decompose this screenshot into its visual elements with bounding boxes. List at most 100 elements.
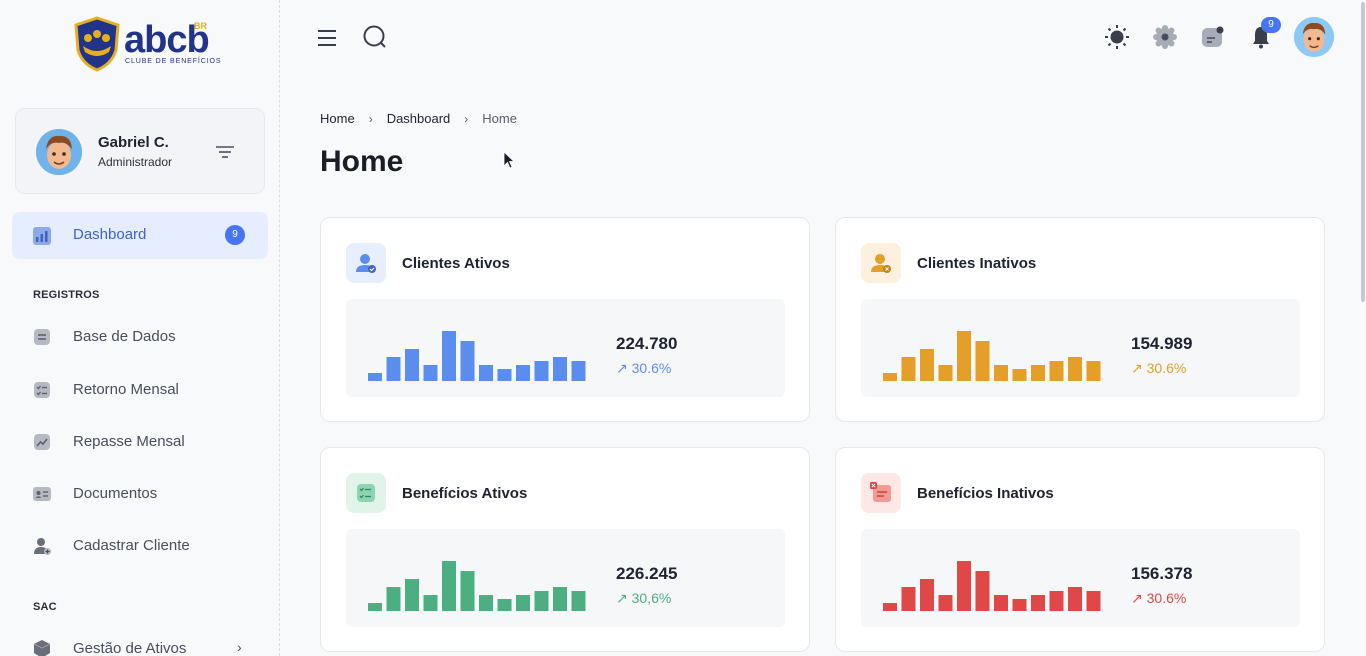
messages-icon[interactable]: [1200, 24, 1226, 50]
bar: [479, 595, 493, 611]
card-value: 224.780: [616, 334, 678, 353]
breadcrumb: Home › Dashboard › Home: [320, 111, 517, 126]
theme-sun-icon[interactable]: [1104, 24, 1130, 50]
bar: [423, 365, 438, 381]
card-stats-panel: 224.780 ↗ 30.6%: [346, 299, 785, 397]
bar: [883, 373, 897, 381]
bar: [368, 373, 382, 381]
sidebar-item-dashboard[interactable]: Dashboard 9: [12, 212, 268, 259]
bar: [975, 571, 990, 611]
section-registros: REGISTROS: [33, 289, 100, 301]
bar: [571, 591, 586, 611]
bar: [994, 365, 1008, 381]
bar: [1086, 591, 1101, 611]
scrollbar-thumb[interactable]: [1361, 2, 1365, 302]
user-card[interactable]: Gabriel C. Administrador: [15, 108, 265, 194]
breadcrumb-dashboard[interactable]: Dashboard: [387, 111, 451, 126]
card-stats-panel: 226.245 ↗ 30,6%: [346, 529, 785, 627]
bar: [1068, 587, 1082, 611]
card-change-value: 30,6%: [631, 590, 672, 606]
bar: [957, 331, 971, 381]
bar: [920, 579, 934, 611]
topbar-avatar[interactable]: [1294, 17, 1334, 57]
bar: [553, 357, 567, 381]
add-user-icon: [34, 538, 51, 555]
user-name: Gabriel C.: [98, 134, 169, 151]
bar: [460, 571, 475, 611]
card-title: Clientes Inativos: [917, 255, 1037, 272]
arrow-up-right-icon: ↗: [1131, 360, 1143, 376]
bar: [938, 365, 953, 381]
bar: [1012, 599, 1027, 611]
user-role: Administrador: [98, 155, 173, 169]
card-clientes-inativos[interactable]: Clientes Inativos 154.989 ↗ 30.6%: [835, 217, 1325, 422]
card-stats-panel: 156.378 ↗ 30.6%: [861, 529, 1300, 627]
brand-tagline: CLUBE DE BENEFÍCIOS: [125, 58, 222, 65]
bar: [553, 587, 567, 611]
scrollbar[interactable]: [1360, 0, 1366, 656]
bar: [975, 341, 990, 381]
bar: [1031, 595, 1045, 611]
card-beneficios-ativos[interactable]: Benefícios Ativos 226.245 ↗ 30,6%: [320, 447, 810, 652]
bar: [386, 587, 401, 611]
card-title: Benefícios Inativos: [917, 485, 1054, 502]
sidebar-item-base-de-dados[interactable]: Base de Dados: [30, 322, 270, 352]
card-value: 156.378: [1131, 564, 1193, 583]
page-title: Home: [320, 145, 404, 178]
list-x-icon: [861, 473, 901, 513]
sidebar-item-cadastrar-cliente[interactable]: Cadastrar Cliente: [30, 531, 270, 561]
bar: [1049, 591, 1064, 611]
sidebar: abcb BR CLUBE DE BENEFÍCIOS Gabriel C. A…: [0, 0, 280, 656]
section-sac: SAC: [33, 601, 57, 613]
list-check-icon: [346, 473, 386, 513]
bar: [386, 357, 401, 381]
sidebar-item-label: Repasse Mensal: [73, 433, 185, 450]
bar: [497, 369, 512, 381]
bar: [957, 561, 971, 611]
sidebar-item-label: Gestão de Ativos: [73, 640, 187, 656]
bar: [405, 349, 419, 381]
search-icon[interactable]: [362, 24, 388, 50]
bar: [1031, 365, 1045, 381]
bar-chart: [883, 331, 1101, 381]
user-check-icon: [346, 243, 386, 283]
arrow-up-right-icon: ↗: [1131, 590, 1143, 606]
bar: [1049, 361, 1064, 381]
bar: [1068, 357, 1082, 381]
bar: [1012, 369, 1027, 381]
shield-logo-icon: [74, 16, 120, 72]
bar: [460, 341, 475, 381]
bar: [534, 361, 549, 381]
card-clientes-ativos[interactable]: Clientes Ativos 224.780 ↗ 30.6%: [320, 217, 810, 422]
bar: [994, 595, 1008, 611]
sidebar-item-repasse-mensal[interactable]: Repasse Mensal: [30, 427, 270, 457]
card-stats-panel: 154.989 ↗ 30.6%: [861, 299, 1300, 397]
chart-icon: [33, 227, 51, 245]
sidebar-item-retorno-mensal[interactable]: Retorno Mensal: [30, 375, 270, 405]
sidebar-item-label: Retorno Mensal: [73, 381, 179, 398]
filter-icon[interactable]: [214, 143, 236, 161]
gear-icon[interactable]: [1152, 24, 1178, 50]
bar-chart: [883, 561, 1101, 611]
breadcrumb-home[interactable]: Home: [320, 111, 355, 126]
bar: [368, 603, 382, 611]
menu-icon[interactable]: [315, 25, 341, 51]
id-card-icon: [33, 487, 51, 501]
bar: [516, 365, 530, 381]
sidebar-item-gestao-de-ativos[interactable]: Gestão de Ativos ›: [30, 634, 270, 656]
card-beneficios-inativos[interactable]: Benefícios Inativos 156.378 ↗ 30.6%: [835, 447, 1325, 652]
bar-chart: [368, 561, 586, 611]
sidebar-item-label: Cadastrar Cliente: [73, 537, 190, 554]
bar: [883, 603, 897, 611]
arrow-up-right-icon: ↗: [616, 590, 628, 606]
bar: [479, 365, 493, 381]
notification-badge: 9: [1261, 17, 1281, 33]
bar-chart: [368, 331, 586, 381]
bar: [442, 561, 456, 611]
sidebar-item-documentos[interactable]: Documentos: [30, 479, 270, 509]
dashboard-badge: 9: [225, 225, 245, 245]
abcb-logo[interactable]: abcb BR CLUBE DE BENEFÍCIOS: [74, 16, 221, 74]
card-change: ↗ 30.6%: [1131, 590, 1186, 607]
bar: [534, 591, 549, 611]
bar: [938, 595, 953, 611]
